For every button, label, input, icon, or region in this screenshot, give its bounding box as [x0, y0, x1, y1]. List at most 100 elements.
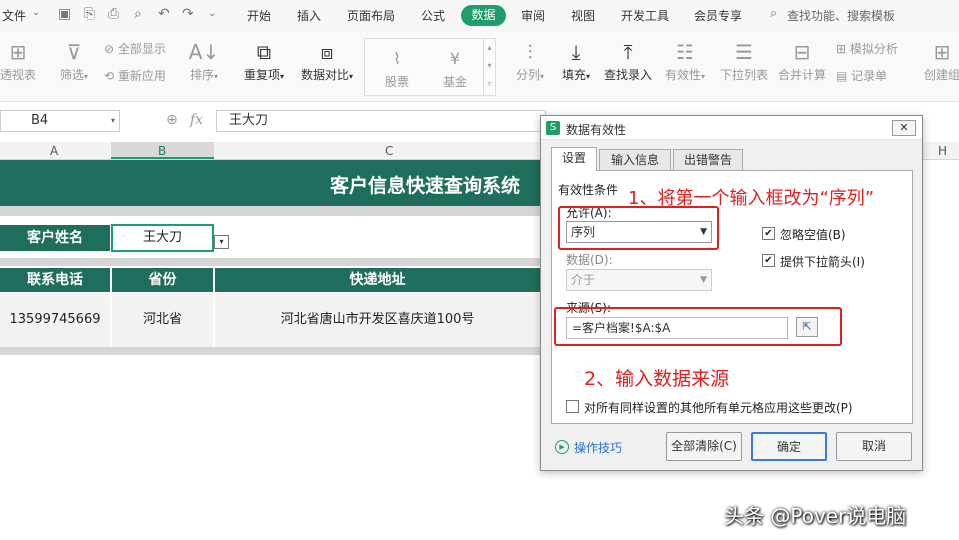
menu-bar: 文件 ⌄ ▣ ⎘ ⎙ ⌕ ↶ ↷ ⌄ 开始 插入 页面布局 公式 数据 审阅 视…: [0, 0, 959, 32]
tab-developer[interactable]: 开发工具: [621, 7, 669, 24]
tab-view[interactable]: 视图: [571, 7, 595, 24]
validity-button[interactable]: ☷ 有效性▾: [662, 38, 708, 83]
show-dropdown-checkbox[interactable]: ✔: [762, 254, 775, 267]
zoom-icon[interactable]: ⊕: [166, 112, 178, 128]
dropdown-list-icon: ☰: [735, 40, 753, 64]
chevron-down-icon: ▼: [700, 275, 707, 285]
merge-calc-button[interactable]: ⊟ 合并计算: [776, 38, 828, 83]
cell-dropdown-arrow-icon[interactable]: ▾: [214, 235, 229, 249]
yen-icon: ¥: [449, 49, 461, 68]
record-icon: ▤: [836, 69, 852, 83]
col-header-b[interactable]: B: [158, 144, 166, 158]
col-header-a[interactable]: A: [50, 144, 58, 158]
name-box[interactable]: B4 ▾: [0, 110, 120, 132]
col-header-c[interactable]: C: [385, 144, 393, 158]
ok-button[interactable]: 确定: [751, 432, 827, 461]
tab-member[interactable]: 会员专享: [694, 7, 742, 24]
split-column-icon: ⫶: [527, 40, 533, 64]
filter-button[interactable]: ⊽ 筛选▾: [54, 38, 94, 83]
ignore-blank-checkbox[interactable]: ✔: [762, 227, 775, 240]
apply-all-checkbox[interactable]: [566, 400, 579, 413]
simulate-analysis-button[interactable]: ⊞ 模拟分析: [836, 40, 898, 57]
chevron-down-icon[interactable]: ⌄: [32, 7, 40, 18]
fund-button[interactable]: ¥ 基金: [435, 45, 475, 90]
tab-page-layout[interactable]: 页面布局: [347, 7, 395, 24]
ignore-blank-label: 忽略空值(B): [780, 228, 846, 242]
clear-all-button[interactable]: 全部清除(C): [666, 432, 742, 461]
stock-button[interactable]: ⌇ 股票: [377, 45, 417, 90]
tab-data[interactable]: 数据: [461, 5, 506, 26]
header-address: 快递地址: [215, 268, 540, 292]
spacer-band: [0, 258, 540, 266]
search-icon: ⌕: [770, 6, 778, 21]
tab-formulas[interactable]: 公式: [421, 7, 445, 24]
quick-access-dropdown-icon[interactable]: ⌄: [208, 8, 216, 19]
search-box[interactable]: 查找功能、搜索模板: [787, 7, 895, 24]
tab-input-message[interactable]: 输入信息: [599, 149, 671, 171]
save-icon[interactable]: ▣: [58, 6, 71, 22]
fx-icon[interactable]: fx: [190, 112, 203, 128]
reapply-button[interactable]: ⟲ 重新应用: [104, 67, 166, 84]
cell-province[interactable]: 河北省: [112, 293, 213, 347]
dropdown-arrow-icon: ▾: [586, 72, 591, 81]
col-header-h[interactable]: H: [938, 144, 947, 158]
name-box-dropdown-icon[interactable]: ▾: [111, 111, 115, 131]
dropdown-arrow-icon: ▾: [349, 72, 354, 81]
redo-icon[interactable]: ↷: [182, 6, 194, 22]
tab-review[interactable]: 审阅: [521, 7, 545, 24]
lookup-entry-button[interactable]: ⤒ 查找录入: [602, 38, 654, 83]
print-icon[interactable]: ⎙: [108, 6, 119, 22]
validity-icon: ☷: [676, 40, 694, 64]
tab-home[interactable]: 开始: [247, 7, 271, 24]
create-group-button[interactable]: ⊞ 创建组: [922, 38, 959, 83]
cell-address[interactable]: 河北省唐山市开发区喜庆道100号: [215, 293, 540, 347]
undo-icon[interactable]: ↶: [158, 6, 170, 22]
file-menu[interactable]: 文件: [2, 7, 26, 24]
tips-link[interactable]: 操作技巧: [574, 439, 622, 456]
split-column-button[interactable]: ⫶ 分列▾: [510, 38, 550, 83]
tab-insert[interactable]: 插入: [297, 7, 321, 24]
dialog-title-bar[interactable]: S 数据有效性 ✕: [541, 116, 922, 140]
print-preview-icon[interactable]: ⌕: [134, 6, 142, 22]
reapply-icon: ⟲: [104, 69, 118, 83]
ribbon: ⊞ 透视表 ⊽ 筛选▾ ⊘ 全部显示 ⟲ 重新应用 A↓ 排序▾ ⧉ 重复项▾ …: [0, 32, 959, 102]
data-select[interactable]: 介于 ▼: [566, 269, 712, 291]
header-province: 省份: [112, 268, 213, 292]
sort-button[interactable]: A↓ 排序▾: [184, 38, 224, 83]
show-dropdown-label: 提供下拉箭头(I): [780, 255, 865, 269]
validity-conditions-label: 有效性条件: [558, 183, 619, 197]
fill-button[interactable]: ⤓ 填充▾: [556, 38, 596, 83]
export-pdf-icon[interactable]: ⎘: [84, 6, 95, 22]
data-compare-icon: ⧈: [320, 40, 334, 64]
data-compare-button[interactable]: ⧈ 数据对比▾: [298, 38, 356, 83]
play-icon[interactable]: ▶: [555, 440, 569, 454]
gallery-scroll[interactable]: ▴ ▾ ▿: [483, 39, 495, 95]
customer-name-label: 客户姓名: [0, 225, 110, 251]
tab-error-alert[interactable]: 出错警告: [673, 149, 743, 171]
dialog-title: 数据有效性: [566, 123, 627, 137]
customer-name-cell[interactable]: 王大刀: [111, 224, 214, 252]
tab-settings[interactable]: 设置: [551, 147, 597, 171]
spacer-band: [0, 206, 540, 216]
fill-down-icon: ⤓: [571, 40, 581, 64]
formula-input[interactable]: 王大刀: [216, 110, 546, 132]
annotation-step-1: 1、将第一个输入框改为“序列”: [628, 188, 875, 209]
sheet-title: 客户信息快速查询系统: [329, 175, 520, 197]
close-icon[interactable]: ✕: [892, 120, 916, 136]
show-all-button[interactable]: ⊘ 全部显示: [104, 40, 166, 57]
pivot-table-button[interactable]: ⊞ 透视表: [0, 38, 38, 83]
dropdown-arrow-icon: ▾: [214, 72, 219, 81]
dropdown-arrow-icon: ▾: [540, 72, 545, 81]
duplicates-button[interactable]: ⧉ 重复项▾: [240, 38, 288, 83]
watermark: 头条 @Pover说电脑: [724, 504, 907, 528]
dropdown-list-button[interactable]: ☰ 下拉列表: [718, 38, 770, 83]
show-all-icon: ⊘: [104, 42, 118, 56]
highlight-source: [554, 307, 842, 346]
spacer-band: [0, 347, 540, 355]
cancel-button[interactable]: 取消: [836, 432, 912, 461]
stock-chart-icon: ⌇: [393, 49, 401, 68]
record-form-button[interactable]: ▤ 记录单: [836, 67, 887, 84]
cell-phone[interactable]: 13599745669: [0, 293, 110, 347]
lookup-entry-icon: ⤒: [623, 40, 633, 64]
dropdown-arrow-icon: ▾: [84, 72, 89, 81]
